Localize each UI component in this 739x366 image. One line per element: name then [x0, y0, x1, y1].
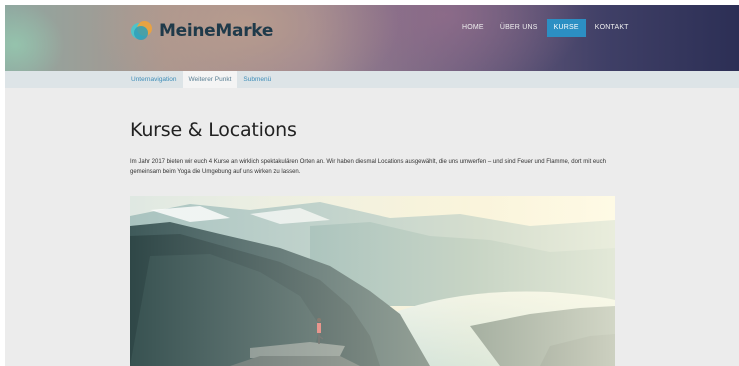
- subnav-item-submenu[interactable]: Submenü: [237, 71, 277, 88]
- hero-image: [130, 196, 615, 366]
- page: MeineMarke HOME ÜBER UNS KURSE KONTAKT U…: [5, 5, 739, 366]
- main-nav: HOME ÜBER UNS KURSE KONTAKT: [455, 19, 638, 37]
- brand-logo[interactable]: MeineMarke: [131, 20, 273, 42]
- nav-item-kurse[interactable]: KURSE: [546, 19, 586, 37]
- page-title: Kurse & Locations: [130, 119, 297, 141]
- subnav-item-unternavigation[interactable]: Unternavigation: [125, 71, 183, 88]
- nav-item-ueber-uns[interactable]: ÜBER UNS: [493, 19, 545, 37]
- brand-logo-icon: [131, 20, 153, 42]
- brand-name: MeineMarke: [159, 21, 274, 41]
- nav-item-kontakt[interactable]: KONTAKT: [588, 19, 636, 37]
- site-header: MeineMarke HOME ÜBER UNS KURSE KONTAKT: [5, 5, 739, 71]
- subnav-item-weiterer-punkt[interactable]: Weiterer Punkt: [182, 71, 238, 88]
- intro-text: Im Jahr 2017 bieten wir euch 4 Kurse an …: [130, 159, 606, 175]
- sub-nav: Unternavigation Weiterer Punkt Submenü: [5, 71, 739, 88]
- nav-item-home[interactable]: HOME: [455, 19, 491, 37]
